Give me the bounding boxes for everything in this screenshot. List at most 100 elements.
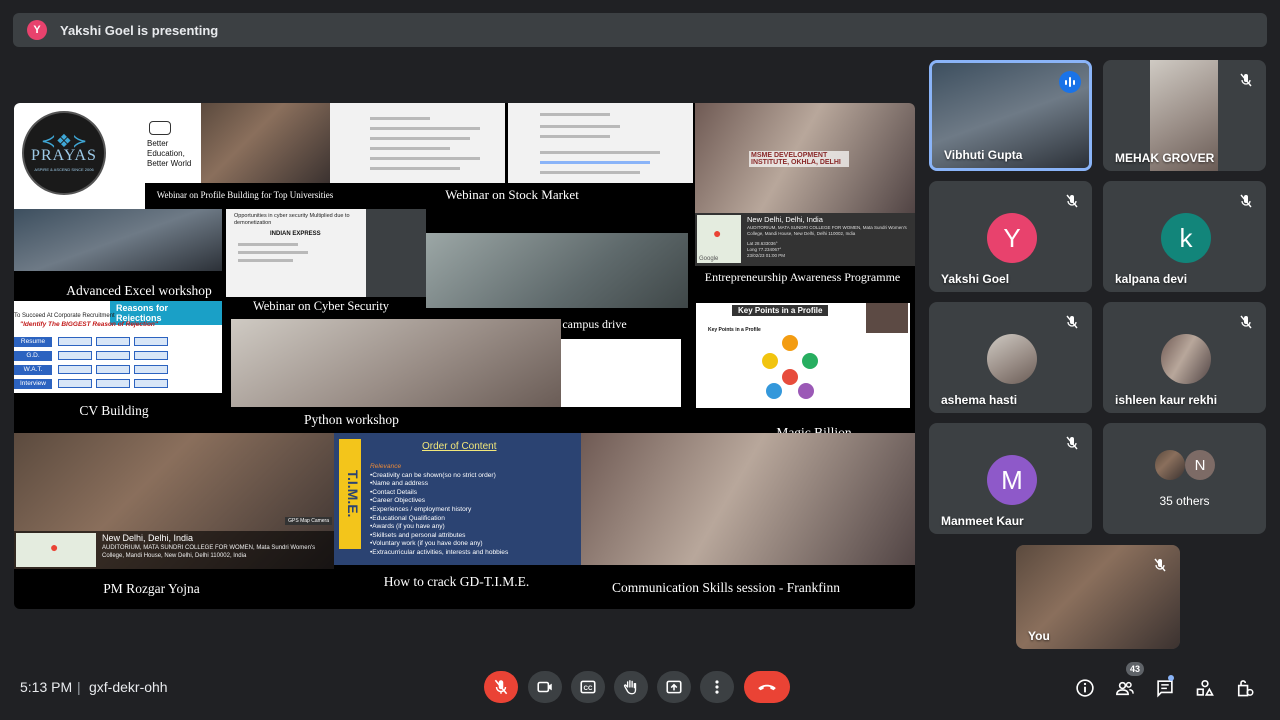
key-points-header: Key Points in a Profile	[732, 305, 829, 316]
stock-doc-2	[508, 103, 693, 183]
mic-off-icon	[1240, 194, 1252, 208]
better-education-text: Better Education, Better World	[147, 139, 192, 168]
participant-tile-yakshi[interactable]: Y Yakshi Goel	[929, 181, 1092, 292]
caption-profile-building: Webinar on Profile Building for Top Univ…	[156, 190, 334, 200]
msme-event-photo: MSME DEVELOPMENT INSTITUTE, OKHLA, DELHI	[695, 103, 915, 213]
participants-count-badge: 43	[1126, 662, 1144, 676]
present-button[interactable]	[657, 671, 691, 703]
order-of-content-list: Relevance •Creativity can be shown(so no…	[370, 463, 509, 556]
host-controls-icon	[1237, 680, 1254, 697]
activities-icon	[1196, 679, 1214, 696]
caption-rozgar: PM Rozgar Yojna	[103, 581, 200, 596]
self-view-tile[interactable]: You	[1016, 545, 1180, 649]
school-icon	[149, 121, 171, 135]
presenting-text: Yakshi Goel is presenting	[60, 22, 219, 38]
participant-avatar	[1161, 334, 1211, 384]
msme-banner: MSME DEVELOPMENT INSTITUTE, OKHLA, DELHI	[749, 151, 849, 167]
map-pin-icon-2: ●	[50, 539, 59, 555]
participant-name: Manmeet Kaur	[941, 514, 1024, 528]
key-points-slide: Key Points in a Profile Key Points in a …	[696, 303, 910, 408]
others-count: 35 others	[1159, 494, 1210, 508]
gd-time-slide: T.I.M.E. Order of Content Relevance •Cre…	[334, 433, 581, 565]
caption-stock-market: Webinar on Stock Market	[445, 187, 579, 202]
participant-name: Vibhuti Gupta	[944, 148, 1023, 162]
mic-off-icon	[1240, 315, 1252, 329]
geo-tag-top: ● Google New Delhi, Delhi, India AUDITOR…	[695, 213, 915, 266]
people-icon	[1116, 681, 1134, 696]
map-thumbnail: ● Google	[697, 215, 741, 263]
camera-icon	[537, 681, 552, 693]
end-call-icon	[758, 684, 776, 691]
participant-name: ishleen kaur rekhi	[1115, 393, 1218, 407]
caption-gd: How to crack GD-T.I.M.E.	[383, 574, 530, 589]
profile-building-panel: Better Education, Better World	[145, 103, 330, 183]
wings-icon: ≺❖≻	[40, 130, 88, 151]
captions-icon: CC	[580, 680, 596, 694]
mic-off-icon	[1240, 73, 1252, 87]
participant-name: Yakshi Goel	[941, 272, 1010, 286]
clock-separator: |	[77, 679, 81, 695]
camera-toggle-button[interactable]	[528, 671, 562, 703]
speaker-thumbnail	[866, 303, 908, 333]
bottom-control-bar: 5:13 PM | gxf-dekr-ohh CC	[0, 660, 1280, 720]
caption-python: Python workshop	[304, 412, 399, 427]
meeting-info-button[interactable]	[1073, 676, 1097, 700]
python-workshop-photo	[231, 319, 561, 407]
participant-tile-ishleen[interactable]: ishleen kaur rekhi	[1103, 302, 1266, 413]
caption-comm: Communication Skills session - Frankfinn	[612, 580, 840, 595]
participant-avatar: Y	[987, 213, 1037, 263]
mic-toggle-button[interactable]	[484, 671, 518, 703]
mic-off-icon	[1154, 558, 1166, 572]
caption-cv: CV Building	[79, 403, 149, 418]
communication-skills-photo	[581, 433, 915, 565]
time-logo: T.I.M.E.	[339, 439, 361, 549]
mic-off-icon	[494, 679, 508, 695]
meeting-clock: 5:13 PM	[20, 679, 73, 695]
participant-avatar	[987, 334, 1037, 384]
presenting-banner: Y Yakshi Goel is presenting	[13, 13, 1267, 47]
participant-tile-vibhuti[interactable]: Vibhuti Gupta	[929, 60, 1092, 171]
host-controls-button[interactable]	[1233, 676, 1257, 700]
cyber-security-article: Opportunities in cyber security Multipli…	[226, 209, 426, 297]
participant-tile-manmeet[interactable]: M Manmeet Kaur	[929, 423, 1092, 534]
presenter-avatar: Y	[27, 20, 47, 40]
end-call-button[interactable]	[744, 671, 790, 703]
meet-grid-thumbnail	[366, 209, 426, 297]
prayas-logo-panel: ≺❖≻ PRAYAS ASPIRE & ASCEND SINCE 2006	[14, 103, 145, 209]
order-of-content-title: Order of Content	[422, 441, 497, 452]
participant-name: ashema hasti	[941, 393, 1018, 407]
activities-button[interactable]	[1193, 676, 1217, 700]
others-avatar-photo	[1155, 450, 1185, 480]
participant-name: kalpana devi	[1115, 272, 1188, 286]
hand-icon	[623, 680, 637, 695]
caption-cyber: Webinar on Cyber Security	[252, 299, 390, 313]
captions-button[interactable]: CC	[571, 671, 605, 703]
participant-name: MEHAK GROVER	[1115, 151, 1215, 165]
participant-tile-kalpana[interactable]: k kalpana devi	[1103, 181, 1266, 292]
mic-off-icon	[1066, 194, 1078, 208]
speaking-indicator-icon	[1059, 71, 1081, 93]
present-icon	[666, 680, 682, 694]
stock-doc-1	[330, 103, 505, 183]
raise-hand-button[interactable]	[614, 671, 648, 703]
self-name: You	[1028, 629, 1050, 643]
others-avatar-letter: N	[1185, 450, 1215, 480]
more-options-button[interactable]	[700, 671, 734, 703]
presenter-photo	[201, 103, 330, 183]
white-block	[561, 339, 681, 407]
participant-avatar: k	[1161, 213, 1211, 263]
meeting-code: gxf-dekr-ohh	[89, 679, 168, 695]
rozgar-photo: ● New Delhi, Delhi, India AUDITORIUM, MA…	[14, 433, 334, 569]
geo-tag-bottom: ● New Delhi, Delhi, India AUDITORIUM, MA…	[14, 531, 334, 569]
mic-off-icon	[1066, 436, 1078, 450]
svg-text:CC: CC	[584, 685, 593, 692]
people-button[interactable]	[1113, 676, 1137, 700]
mic-off-icon	[1066, 315, 1078, 329]
others-tile[interactable]: N 35 others	[1103, 423, 1266, 534]
map-pin-icon: ●	[713, 225, 722, 241]
participant-tile-ashema[interactable]: ashema hasti	[929, 302, 1092, 413]
map-thumbnail-2: ●	[16, 533, 96, 567]
prayas-logo: ≺❖≻ PRAYAS ASPIRE & ASCEND SINCE 2006	[22, 111, 106, 195]
more-vert-icon	[715, 680, 719, 694]
participant-tile-mehak[interactable]: MEHAK GROVER	[1103, 60, 1266, 171]
